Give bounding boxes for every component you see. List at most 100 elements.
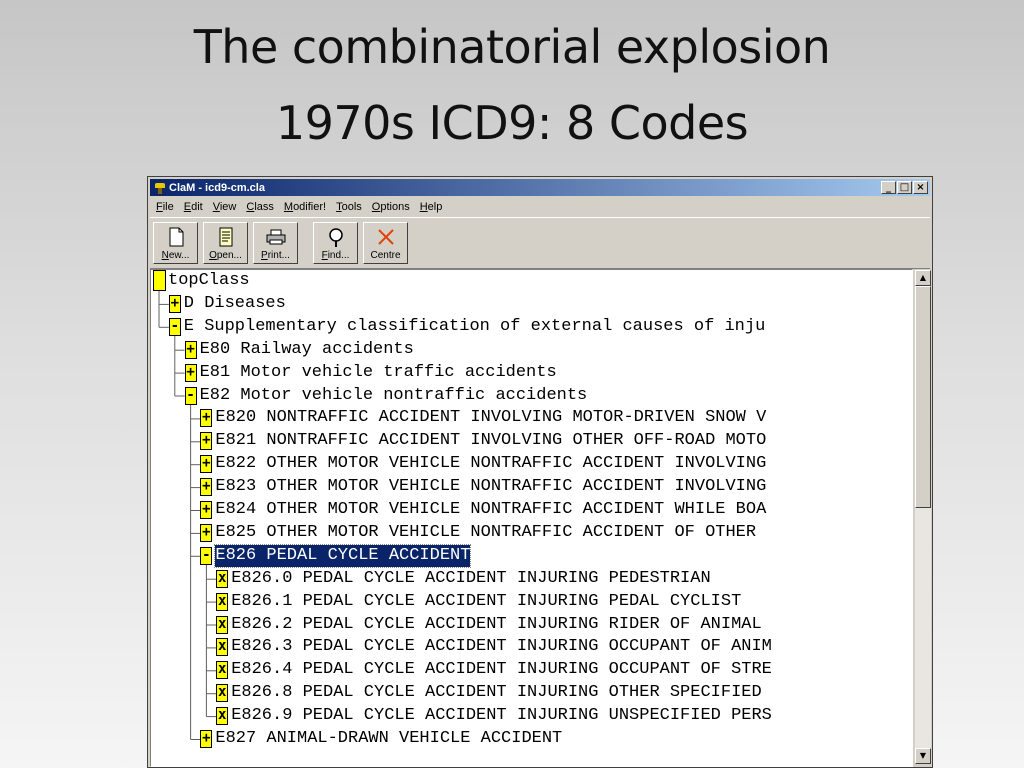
collapse-icon[interactable]: - [184,386,197,405]
menu-item-help[interactable]: Help [415,201,448,213]
menu-item-class[interactable]: Class [241,201,279,213]
leaf-icon[interactable]: x [216,569,229,588]
new-document-icon [154,226,197,248]
slide-title-line2: 1970s ICD9: 8 Codes [275,96,749,150]
leaf-icon[interactable]: x [216,592,229,611]
tree-node-label: E81 Motor vehicle traffic accidents [199,362,557,382]
scroll-up-button[interactable]: ▲ [915,270,931,286]
tree-node-label: E80 Railway accidents [199,339,414,359]
tree-node-label: topClass [168,271,250,290]
scroll-thumb[interactable] [915,286,931,508]
tree-node-label: E824 OTHER MOTOR VEHICLE NONTRAFFIC ACCI… [215,500,767,519]
label-text: ind... [327,250,350,261]
window-titlebar[interactable]: ClaM - icd9-cm.cla _ □ × [150,179,930,196]
label-accelerator: N [161,250,169,261]
toolbar-find-button[interactable]: Find... [313,222,358,264]
menu-item-view[interactable]: View [208,201,242,213]
close-button[interactable]: × [913,181,928,194]
leaf-icon[interactable]: x [216,615,229,634]
tree-node-label: E826.3 PEDAL CYCLE ACCIDENT INJURING OCC… [231,637,772,657]
maximize-button[interactable]: □ [897,181,912,194]
menu-accelerator: E [183,201,192,213]
menu-item-tools[interactable]: Tools [331,201,367,213]
menu-accelerator: H [419,201,428,213]
tree-node-label-selected: E826 PEDAL CYCLE ACCIDENT [214,543,472,568]
tree-node-label: E826.2 PEDAL CYCLE ACCIDENT INJURING RID… [231,614,762,634]
label-text: ew... [168,250,190,261]
toolbar-button-label: Open... [204,250,247,261]
menu-accelerator: M [283,201,294,213]
menu-label: dit [191,201,203,213]
tree-node-label: E826.1 PEDAL CYCLE ACCIDENT INJURING PED… [231,591,742,611]
menu-label: ile [162,201,174,213]
expand-icon[interactable]: + [200,455,213,474]
menu-accelerator: F [156,201,163,213]
toolbar-print-button[interactable]: Print... [253,222,298,264]
tree-node-label: E826.9 PEDAL CYCLE ACCIDENT INJURING UNS… [231,706,772,726]
tree-node-label: E826.8 PEDAL CYCLE ACCIDENT INJURING OTH… [231,683,762,703]
toolbar: New... Open... Print... Find... Centre [150,217,930,269]
menu-item-modifier[interactable]: Modifier! [279,201,331,213]
menu-item-options[interactable]: Options [367,201,415,213]
expand-icon[interactable]: + [200,501,213,519]
centre-cross-icon [364,226,407,248]
menu-label: iew [219,201,237,213]
menu-label: lass [254,201,274,213]
leaf-icon[interactable]: x [216,684,229,703]
tree-node-label: E820 NONTRAFFIC ACCIDENT INVOLVING MOTOR… [215,408,767,428]
toolbar-button-label: Print... [254,250,297,261]
app-icon [153,182,167,194]
tree-node-label: E821 NONTRAFFIC ACCIDENT INVOLVING OTHER… [215,431,767,451]
toolbar-button-label: Centre [364,250,407,261]
tree-node-label: E825 OTHER MOTOR VEHICLE NONTRAFFIC ACCI… [215,522,757,542]
expand-icon[interactable]: + [200,478,213,497]
tree-node-label: E823 OTHER MOTOR VEHICLE NONTRAFFIC ACCI… [215,477,767,497]
expand-icon[interactable]: + [200,730,213,748]
menu-bar: File Edit View Class Modifier! Tools Options He… [151,198,447,216]
collapse-icon[interactable]: - [200,546,213,565]
vertical-scrollbar[interactable]: ▲ ▼ [915,270,931,764]
printer-icon [254,226,297,248]
leaf-icon[interactable]: x [216,638,229,657]
label-accelerator: O [209,250,217,261]
label-text: pen... [216,250,242,261]
toolbar-button-label: New... [154,250,197,261]
tree-node-label: E826.0 PEDAL CYCLE ACCIDENT INJURING PED… [231,568,711,588]
label-text: rint... [267,250,290,261]
expand-icon[interactable]: + [168,294,181,313]
menu-accelerator: V [212,201,220,213]
menu-label: ools [341,201,362,213]
collapse-icon[interactable]: - [168,317,181,336]
open-file-icon [204,226,247,248]
menu-label: odifier! [293,201,327,213]
menu-item-file[interactable]: File [151,201,179,213]
root-icon[interactable] [153,270,166,291]
toolbar-new-button[interactable]: New... [153,222,198,264]
clam-window: ClaM - icd9-cm.cla _ □ × File Edit View Cla… [147,176,933,768]
slide-title-line1: The combinatorial explosion [193,20,831,74]
expand-icon[interactable]: + [184,340,197,359]
expand-icon[interactable]: + [200,432,213,451]
menu-item-edit[interactable]: Edit [179,201,208,213]
expand-icon[interactable]: + [200,523,213,542]
tree-node-label: E826.4 PEDAL CYCLE ACCIDENT INJURING OCC… [231,660,772,680]
class-tree[interactable]: topClass + D Diseases - E Supplementary clas… [150,269,913,767]
minimize-button[interactable]: _ [881,181,896,194]
window-title: ClaM - icd9-cm.cla [169,181,265,194]
tree-node-label: E822 OTHER MOTOR VEHICLE NONTRAFFIC ACCI… [215,454,767,474]
toolbar-open-button[interactable]: Open... [203,222,248,264]
tree-node-label: E827 ANIMAL-DRAWN VEHICLE ACCIDENT [215,729,563,748]
toolbar-centre-button[interactable]: Centre [363,222,408,264]
label-text: Centre [370,250,401,261]
leaf-icon[interactable]: x [216,661,229,680]
tree-node-label: E82 Motor vehicle nontraffic accidents [199,385,588,405]
tree-node-label: D Diseases [183,293,286,313]
menu-label: elp [427,201,443,213]
magnifier-icon [314,226,357,248]
scroll-down-button[interactable]: ▼ [915,748,931,764]
expand-icon[interactable]: + [200,409,213,428]
menu-label: ptions [380,201,410,213]
expand-icon[interactable]: + [184,363,197,382]
label-accelerator: P [261,250,268,261]
leaf-icon[interactable]: x [216,707,229,726]
